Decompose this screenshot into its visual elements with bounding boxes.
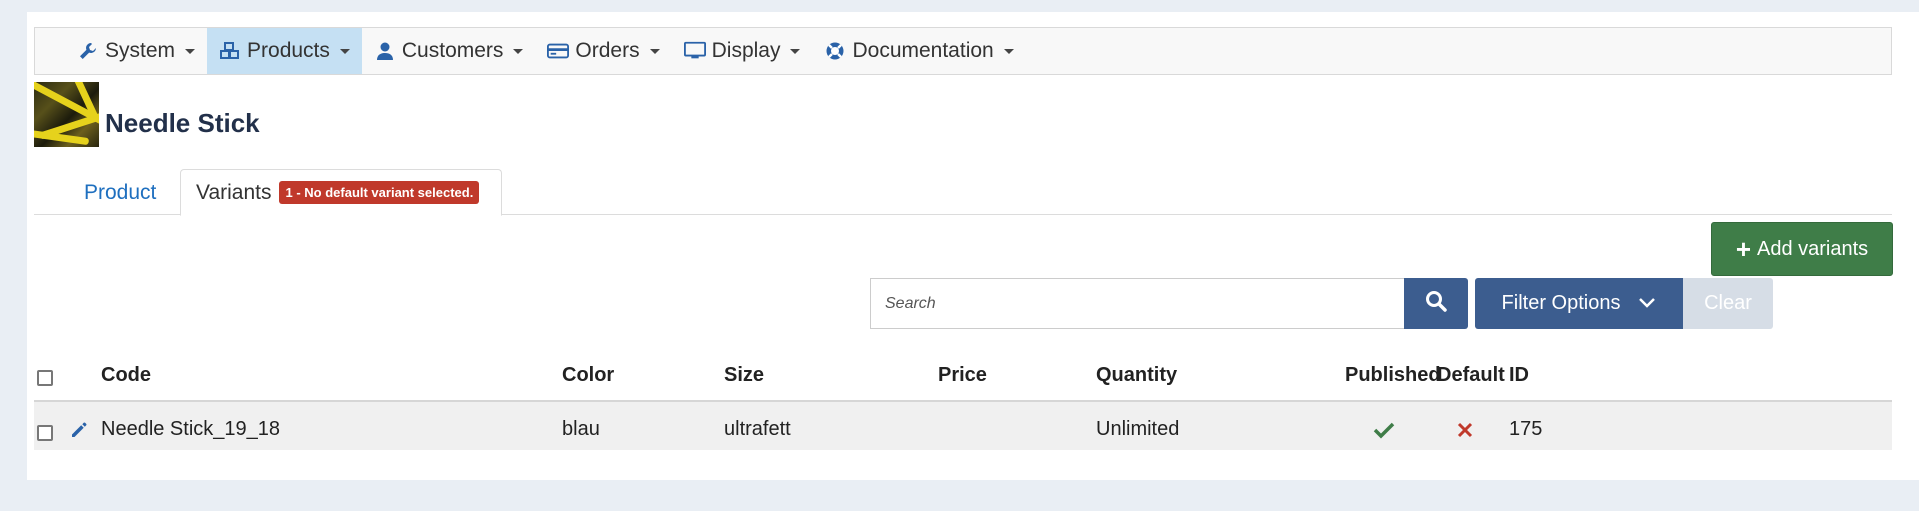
main-panel: System Products Customers Orders Display… xyxy=(27,12,1919,480)
column-header-published[interactable]: Published xyxy=(1345,364,1441,387)
row-checkbox[interactable] xyxy=(37,425,53,441)
search-button[interactable] xyxy=(1404,278,1468,329)
user-icon xyxy=(374,40,396,62)
default-cross-icon[interactable] xyxy=(1451,416,1479,444)
cell-size: ultrafett xyxy=(724,418,791,440)
column-header-size[interactable]: Size xyxy=(724,364,764,387)
cell-quantity: Unlimited xyxy=(1096,418,1180,440)
chevron-down-icon xyxy=(185,48,196,54)
menu-customers[interactable]: Customers xyxy=(362,28,536,74)
select-all-checkbox[interactable] xyxy=(37,370,53,386)
menu-orders[interactable]: Orders xyxy=(535,28,671,74)
monitor-icon xyxy=(683,40,706,62)
column-header-default[interactable]: Default xyxy=(1437,364,1505,387)
tab-variants[interactable]: Variants 1 - No default variant selected… xyxy=(180,169,502,216)
published-check-icon[interactable] xyxy=(1370,416,1398,444)
add-variants-label: Add variants xyxy=(1757,237,1869,260)
menu-customers-label: Customers xyxy=(401,39,504,62)
search-icon xyxy=(1425,290,1447,317)
table-row xyxy=(34,402,1892,450)
wrench-icon xyxy=(77,40,99,62)
search-input[interactable] xyxy=(870,278,1404,329)
menu-products-label: Products xyxy=(247,39,330,62)
cubes-icon xyxy=(219,40,241,62)
tab-variants-label: Variants xyxy=(196,180,272,204)
status-badge: 1 - No default variant selected. xyxy=(279,181,480,204)
menu-display-label: Display xyxy=(711,39,781,62)
menu-products[interactable]: Products xyxy=(207,28,362,74)
credit-card-icon xyxy=(547,40,570,62)
cell-color: blau xyxy=(562,418,600,440)
top-menubar: System Products Customers Orders Display… xyxy=(34,27,1892,75)
column-header-id[interactable]: ID xyxy=(1509,364,1529,387)
filter-options-button[interactable]: Filter Options xyxy=(1475,278,1683,329)
menu-system-label: System xyxy=(105,39,176,62)
menu-display[interactable]: Display xyxy=(672,28,813,74)
chevron-down-icon xyxy=(790,48,801,54)
cell-id: 175 xyxy=(1509,418,1543,440)
menu-system[interactable]: System xyxy=(65,28,207,74)
clear-button[interactable]: Clear xyxy=(1683,278,1773,329)
column-header-code[interactable]: Code xyxy=(101,364,151,387)
chevron-down-icon xyxy=(649,48,660,54)
column-header-price[interactable]: Price xyxy=(938,364,987,387)
menu-orders-label: Orders xyxy=(575,39,640,62)
column-header-color[interactable]: Color xyxy=(562,364,614,387)
menu-documentation[interactable]: Documentation xyxy=(812,28,1025,74)
add-variants-button[interactable]: + Add variants xyxy=(1711,222,1893,276)
chevron-down-icon xyxy=(513,48,524,54)
edit-pencil-icon[interactable] xyxy=(67,418,91,442)
product-thumbnail xyxy=(34,82,99,147)
plus-icon: + xyxy=(1735,234,1751,264)
chevron-down-icon xyxy=(1003,48,1014,54)
filter-options-label: Filter Options xyxy=(1501,292,1621,314)
chevron-down-icon xyxy=(339,48,350,54)
tab-bar: Product Variants 1 - No default variant … xyxy=(34,157,1892,216)
tab-product[interactable]: Product xyxy=(84,181,156,205)
lifebuoy-icon xyxy=(824,40,846,62)
menu-documentation-label: Documentation xyxy=(852,39,994,62)
cell-code: Needle Stick_19_18 xyxy=(101,418,281,440)
page-title: Needle Stick xyxy=(105,108,260,138)
column-header-quantity[interactable]: Quantity xyxy=(1096,364,1177,387)
chevron-down-icon xyxy=(1638,292,1656,315)
